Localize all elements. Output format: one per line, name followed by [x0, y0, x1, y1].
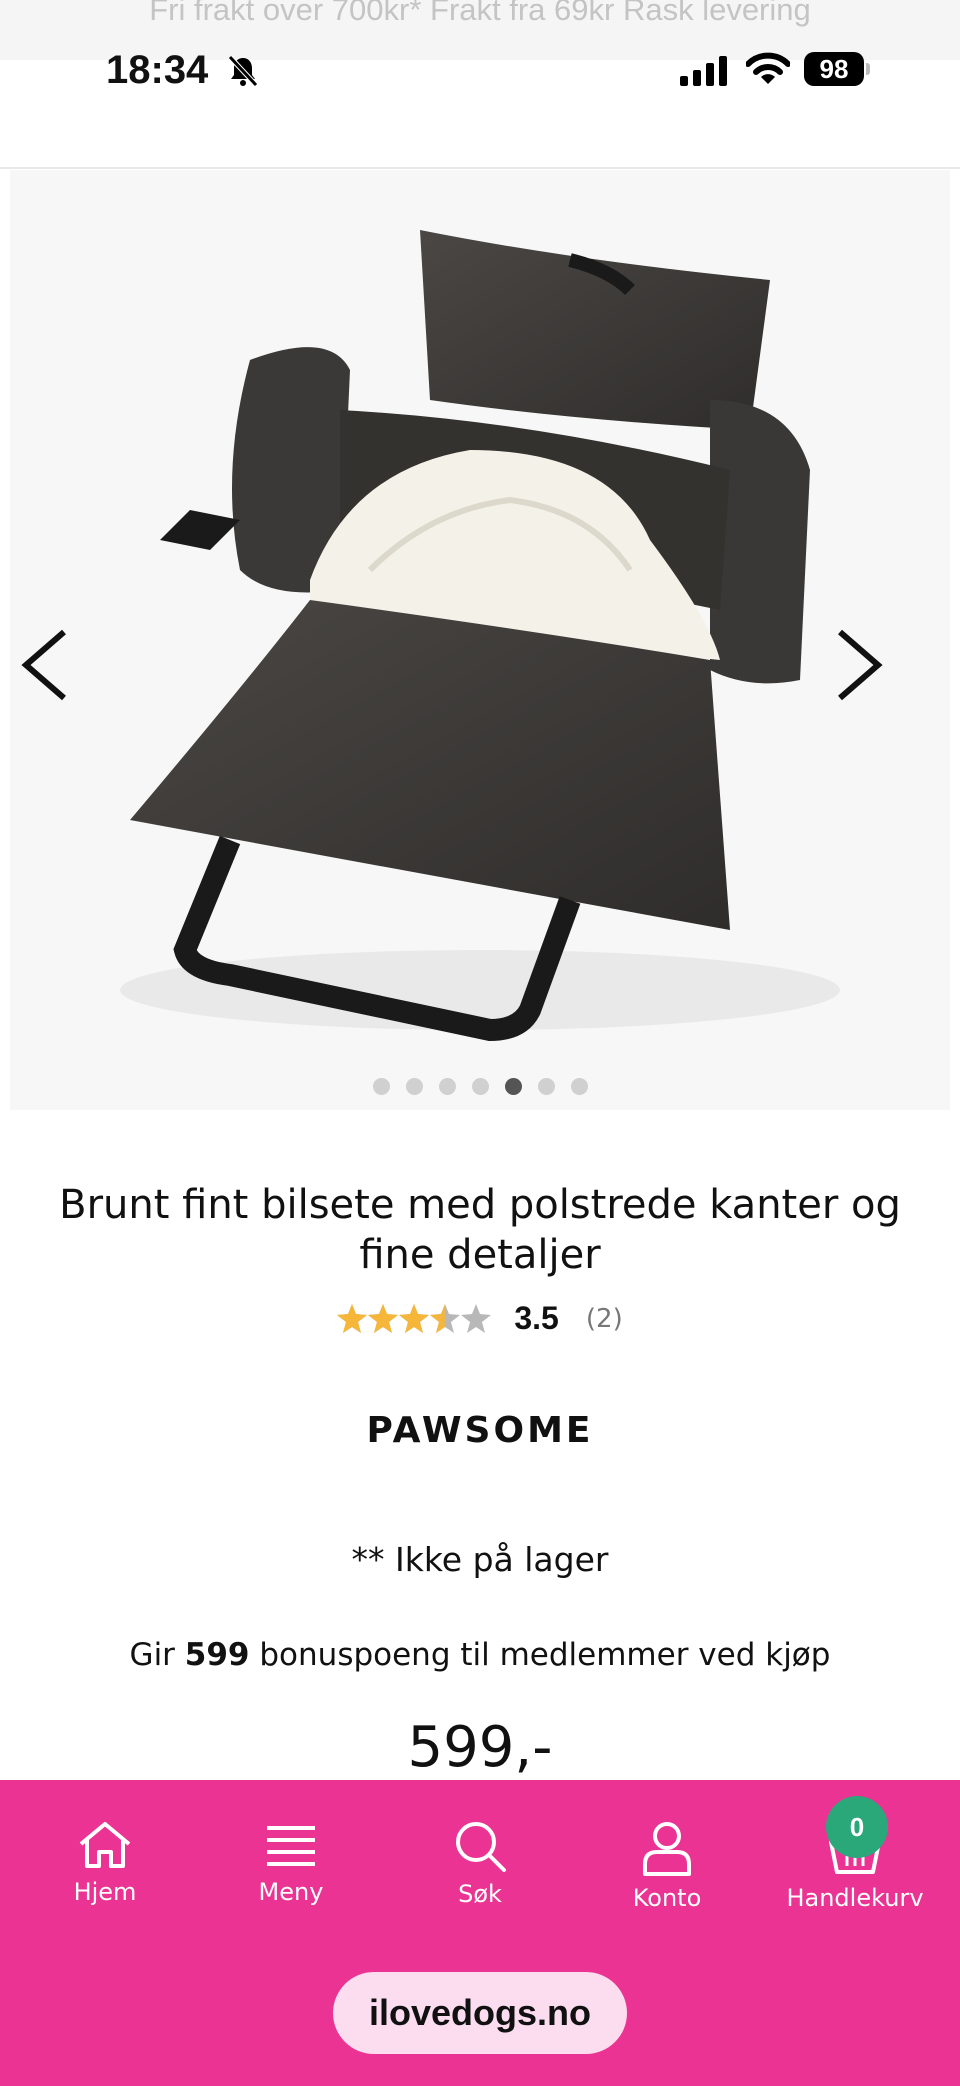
battery-indicator: 98 — [804, 52, 864, 86]
carousel-dot[interactable] — [372, 1078, 390, 1095]
carousel-dot[interactable] — [537, 1078, 555, 1095]
carousel-next-arrow[interactable] — [822, 620, 892, 710]
nav-home-label: Hjem — [73, 1878, 137, 1906]
bonus-points: 599 — [184, 1637, 250, 1673]
wifi-icon — [746, 52, 790, 84]
rating-value: 3.5 — [514, 1300, 559, 1336]
nav-home[interactable]: Hjem — [20, 1820, 190, 1906]
signal-icon — [680, 56, 727, 86]
nav-search[interactable]: Søk — [395, 1820, 565, 1908]
status-time: 18:34 — [106, 48, 209, 92]
car-seat-image — [120, 230, 840, 1042]
promo-text: Fri frakt over 700kr* Frakt fra 69kr Ras… — [149, 0, 811, 27]
product-image[interactable] — [10, 170, 950, 1110]
carousel-dot[interactable] — [504, 1078, 522, 1095]
nav-cart-label: Handlekurv — [786, 1884, 924, 1912]
rating-count[interactable]: (2) — [586, 1304, 623, 1334]
carousel-prev-arrow[interactable] — [12, 620, 82, 710]
nav-menu-label: Meny — [258, 1878, 324, 1906]
rating-stars — [337, 1303, 492, 1333]
header-divider — [0, 167, 960, 169]
bonus-suffix: bonuspoeng til medlemmer ved kjøp — [259, 1637, 831, 1673]
nav-account-label: Konto — [632, 1884, 702, 1912]
bonus-points-text: Gir 599 bonuspoeng til medlemmer ved kjø… — [0, 1637, 960, 1673]
bell-muted-icon — [228, 55, 258, 87]
carousel-dot[interactable] — [471, 1078, 489, 1095]
stock-status: ** Ikke på lager — [351, 1540, 609, 1579]
status-bar: 18:34 98 — [0, 44, 960, 100]
product-title: Brunt fint bilsete med polstrede kanter … — [59, 1182, 901, 1278]
carousel-dot[interactable] — [405, 1078, 423, 1095]
carousel-dot[interactable] — [570, 1078, 588, 1095]
nav-account[interactable]: Konto — [582, 1820, 752, 1912]
nav-menu[interactable]: Meny — [206, 1820, 376, 1906]
carousel-dots — [0, 1078, 960, 1099]
nav-search-label: Søk — [458, 1880, 502, 1908]
search-icon — [456, 1822, 506, 1872]
carousel-dot[interactable] — [438, 1078, 456, 1095]
browser-url-bar[interactable]: ilovedogs.no — [333, 1972, 627, 2054]
battery-tip — [866, 63, 870, 75]
account-icon — [643, 1822, 691, 1876]
product-rating[interactable]: 3.5 (2) — [0, 1300, 960, 1337]
product-price: 599,- — [407, 1715, 553, 1780]
home-icon — [79, 1822, 131, 1868]
cart-count-badge: 0 — [826, 1796, 888, 1858]
brand-logo[interactable]: PAWSOME — [0, 1410, 960, 1451]
bonus-prefix: Gir — [129, 1637, 175, 1673]
menu-icon — [267, 1826, 315, 1866]
brand-name: PAWSOME — [366, 1410, 594, 1451]
